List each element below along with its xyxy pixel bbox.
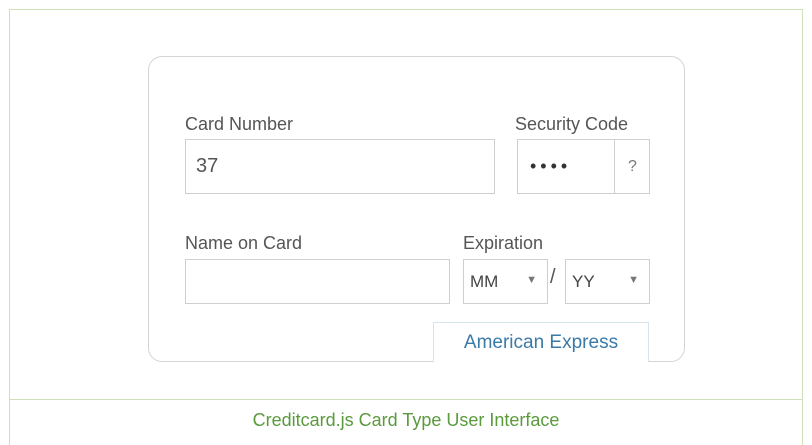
security-code-input[interactable]: •••• — [530, 156, 571, 177]
card-number-label: Card Number — [185, 114, 294, 134]
chevron-down-icon: ▼ — [526, 274, 537, 286]
expiration-separator: / — [550, 266, 556, 288]
expiration-month-value: MM — [470, 272, 499, 291]
card-type-badge: American Express — [433, 322, 649, 362]
expiration-year-value: YY — [572, 272, 595, 291]
card-number-input[interactable] — [185, 139, 495, 194]
caption-divider — [9, 399, 803, 400]
name-on-card-input[interactable] — [185, 259, 450, 304]
name-on-card-label: Name on Card — [185, 233, 303, 253]
expiration-month-select[interactable]: MM ▼ — [463, 259, 548, 304]
security-code-field[interactable]: •••• ? — [517, 139, 650, 194]
figure-caption: Creditcard.js Card Type User Interface — [252, 410, 560, 430]
security-code-label: Security Code — [515, 114, 629, 134]
credit-card-form — [148, 56, 685, 362]
expiration-label: Expiration — [463, 233, 544, 253]
security-code-help-icon[interactable]: ? — [614, 140, 650, 193]
expiration-year-select[interactable]: YY ▼ — [565, 259, 650, 304]
chevron-down-icon: ▼ — [628, 274, 639, 286]
